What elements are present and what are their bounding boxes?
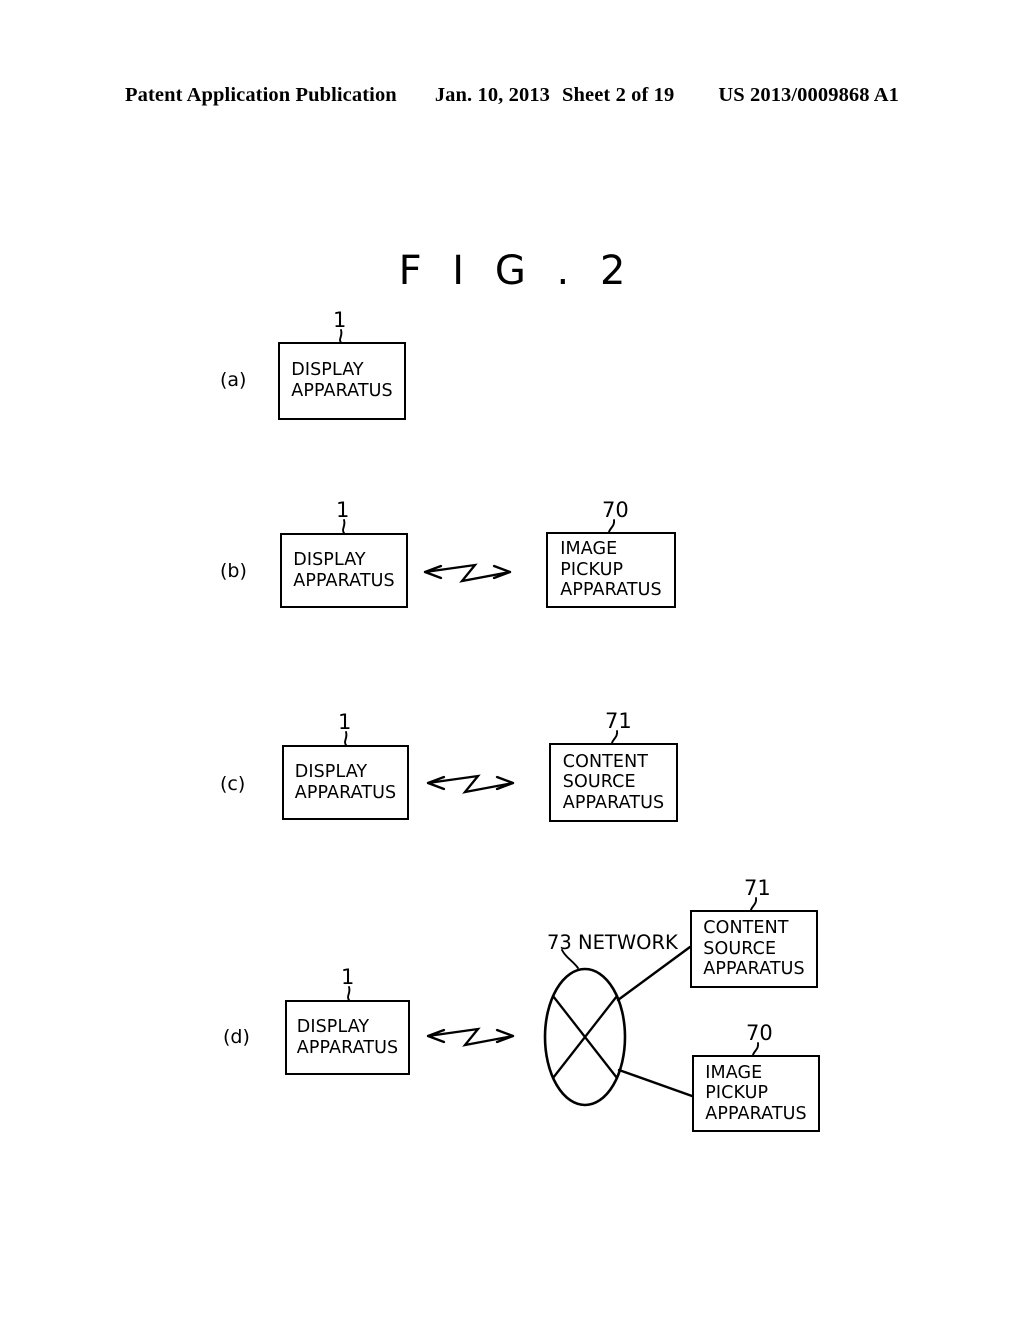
box-content-source-apparatus-c-text: CONTENT SOURCE APPARATUS [562,751,665,813]
wireless-link-icon-d [426,1027,515,1047]
box-display-apparatus-b-text: DISPLAY APPARATUS [293,549,395,591]
box-display-apparatus-d-text: DISPLAY APPARATUS [296,1016,399,1058]
connector-network-to-content-source [616,945,692,1002]
box-content-source-apparatus-d: CONTENT SOURCE APPARATUS [690,910,818,988]
box-display-apparatus-a-text: DISPLAY APPARATUS [291,360,393,401]
ref-numeral-70-panel-b: 70 [602,498,629,522]
ref-numeral-1-panel-c: 1 [338,710,352,734]
box-display-apparatus-c: DISPLAY APPARATUS [282,745,409,820]
ref-numeral-70-panel-d-value: 70 [746,1021,773,1045]
box-image-pickup-apparatus-b: IMAGE PICKUP APPARATUS [546,532,676,608]
box-display-apparatus-b: DISPLAY APPARATUS [280,533,408,608]
box-image-pickup-apparatus-b-text: IMAGE PICKUP APPARATUS [560,539,662,601]
panel-label-c: (c) [220,773,246,795]
box-content-source-apparatus-c: CONTENT SOURCE APPARATUS [549,743,678,822]
box-image-pickup-apparatus-d-text: IMAGE PICKUP APPARATUS [705,1062,807,1124]
panel-label-b: (b) [220,560,247,582]
figure-vector-overlay [339,329,760,1107]
ref-numeral-71-panel-d: 71 [744,876,771,900]
box-display-apparatus-c-text: DISPLAY APPARATUS [294,761,397,803]
panel-label-d: (d) [223,1026,250,1048]
wireless-link-icon-c [426,774,515,794]
header-publication: Patent Application Publication [125,84,397,106]
box-content-source-apparatus-d-text: CONTENT SOURCE APPARATUS [703,918,805,980]
wireless-link-icon-b [423,563,512,583]
connector-network-to-image-pickup [617,1068,694,1098]
ref-numeral-1-panel-a: 1 [333,308,347,332]
header-date: Jan. 10, 2013 [434,84,551,106]
network-label: 73 NETWORK [547,931,678,954]
ref-numeral-1-panel-d: 1 [341,965,355,989]
network-ellipse-cross-icon [543,967,627,1107]
ref-numeral-71-panel-c: 71 [605,709,632,733]
header-document-number: US 2013/0009868 A1 [718,84,899,106]
page-header: Patent Application Publication Jan. 10, 2… [0,84,1024,107]
box-image-pickup-apparatus-d: IMAGE PICKUP APPARATUS [692,1055,820,1132]
figure-title: F I G . 2 [398,248,635,294]
box-display-apparatus-d: DISPLAY APPARATUS [285,1000,410,1075]
header-sheet: Sheet 2 of 19 [562,84,675,106]
panel-label-a: (a) [220,369,247,391]
box-display-apparatus-a: DISPLAY APPARATUS [278,342,406,420]
ref-numeral-1-panel-b: 1 [336,498,350,522]
